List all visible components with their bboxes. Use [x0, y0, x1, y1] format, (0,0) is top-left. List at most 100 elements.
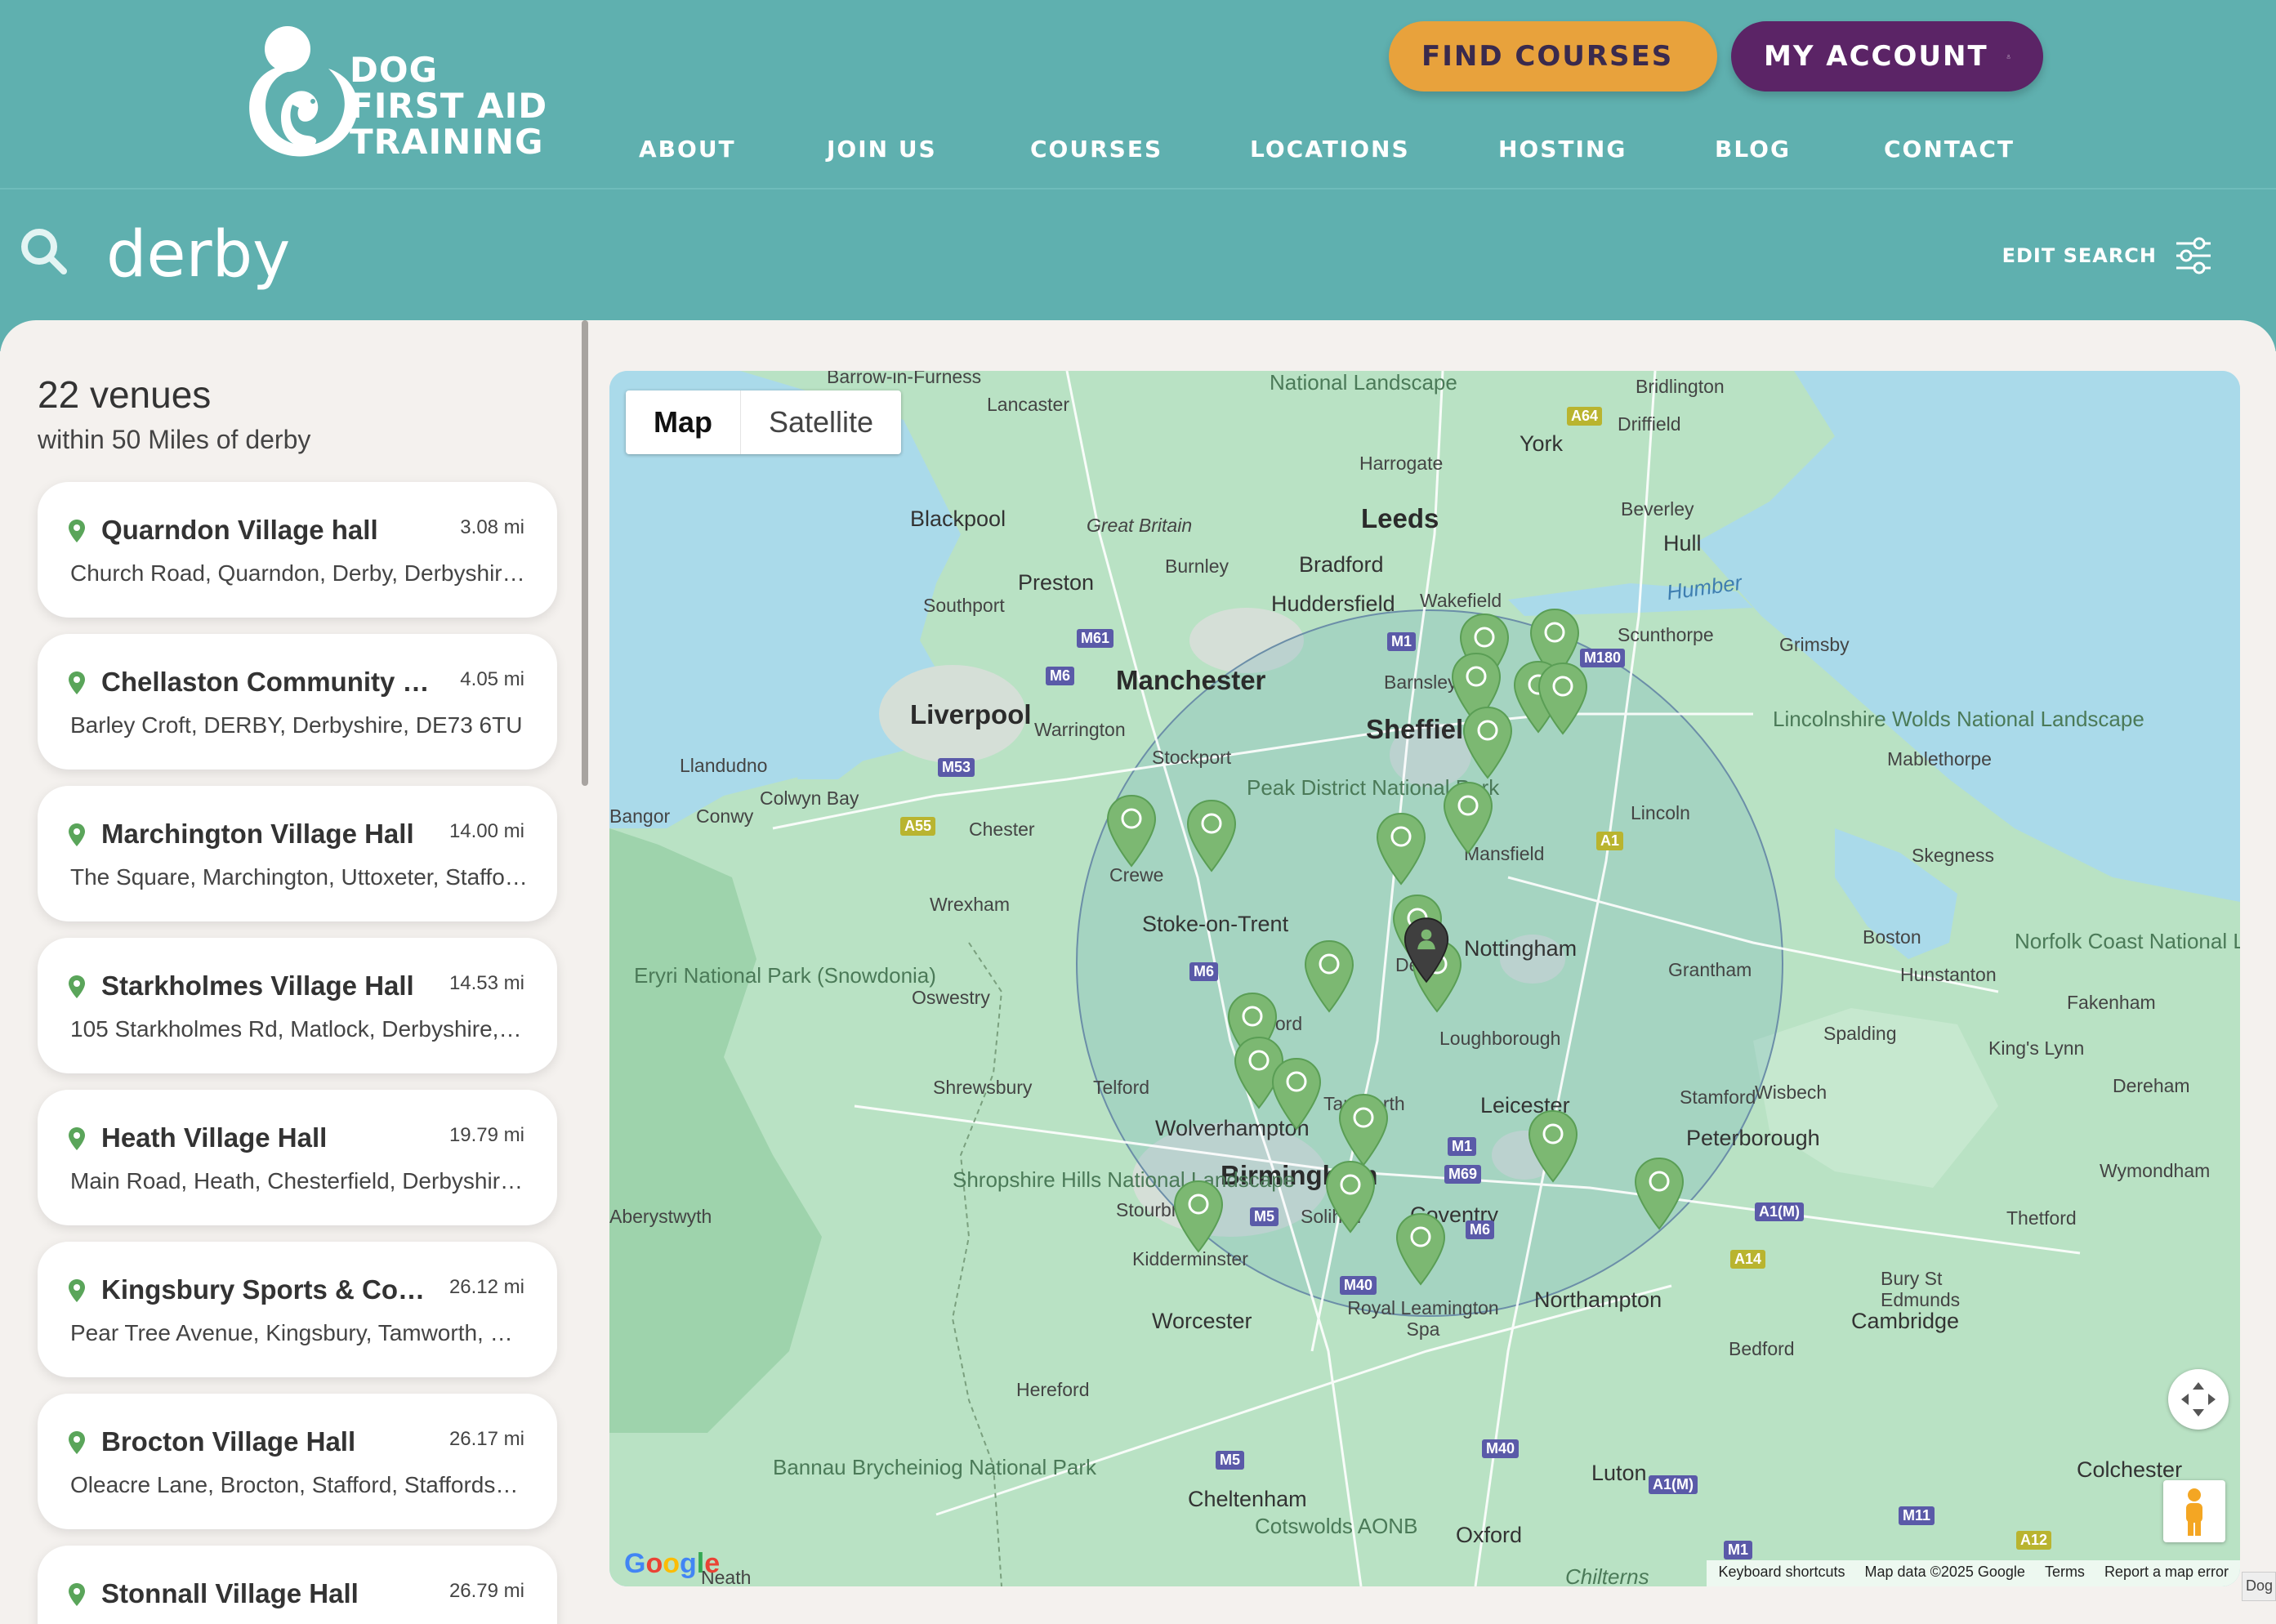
venue-address: Pear Tree Avenue, Kingsbury, Tamworth, B…	[70, 1320, 528, 1345]
location-pin-icon	[69, 1431, 85, 1454]
report-error-link[interactable]: Report a map error	[2104, 1564, 2229, 1583]
nav-contact[interactable]: CONTACT	[1884, 136, 2015, 163]
map-label: Beverley	[1621, 498, 1694, 520]
map-label: Southport	[923, 595, 1005, 616]
search-input[interactable]	[106, 214, 1332, 296]
map-label: Hull	[1663, 531, 1702, 555]
map-label: Mablethorpe	[1887, 748, 1992, 770]
venue-marker[interactable]	[1304, 939, 1354, 1013]
venue-marker[interactable]	[1325, 1160, 1376, 1234]
map-label: Wakefield	[1420, 590, 1502, 611]
venue-card[interactable]: Quarndon Village hall 3.08 mi Church Roa…	[38, 482, 557, 618]
map-label: Conwy	[696, 805, 754, 827]
road-shield: M40	[1340, 1276, 1377, 1295]
map-label: Norfolk Coast National Landscape	[2015, 929, 2240, 953]
venue-marker[interactable]	[1106, 794, 1157, 868]
venue-address: Barley Croft, DERBY, Derbyshire, DE73 6T…	[70, 712, 523, 738]
terms-link[interactable]: Terms	[2045, 1564, 2085, 1583]
map-view-button[interactable]: Map	[626, 390, 740, 454]
venue-distance: 26.79 mi	[449, 1580, 524, 1602]
venue-distance: 19.79 mi	[449, 1124, 524, 1146]
edit-search-label: EDIT SEARCH	[2002, 244, 2157, 267]
my-account-button[interactable]: MY ACCOUNT	[1731, 21, 2043, 91]
map-label: Burnley	[1165, 555, 1229, 577]
google-logo: Google	[624, 1548, 721, 1579]
map-label: Harrogate	[1359, 453, 1444, 474]
map-label: Cheltenham	[1188, 1487, 1307, 1511]
map-label: Northampton	[1534, 1287, 1662, 1312]
map-data-text: Map data ©2025 Google	[1864, 1564, 2025, 1580]
venue-marker[interactable]	[1173, 1180, 1224, 1253]
map-label: Lincoln	[1631, 802, 1690, 823]
location-pin-icon	[69, 520, 85, 542]
map-label: Bedford	[1729, 1338, 1795, 1359]
location-pin-icon	[69, 823, 85, 846]
nav-blog[interactable]: BLOG	[1715, 136, 1791, 163]
map-label: Dereham	[2113, 1075, 2190, 1096]
venue-marker[interactable]	[1395, 1212, 1446, 1286]
map-label: Peak District National Park	[1247, 775, 1500, 800]
main-nav: ABOUT JOIN US COURSES LOCATIONS HOSTING …	[0, 136, 2276, 168]
venue-marker[interactable]	[1528, 1109, 1578, 1183]
venue-marker[interactable]	[1271, 1057, 1322, 1131]
nav-hosting[interactable]: HOSTING	[1498, 136, 1627, 163]
road-shield: M40	[1482, 1439, 1520, 1458]
map-label: Loughborough	[1439, 1028, 1561, 1049]
map-label: Luton	[1591, 1461, 1647, 1485]
venue-map[interactable]: Map Satellite Leeds Manchester Liverpool…	[609, 371, 2240, 1586]
map-label: Hereford	[1016, 1379, 1090, 1400]
find-courses-button[interactable]: FIND COURSES	[1389, 21, 1717, 91]
map-label: Blackpool	[910, 506, 1006, 531]
map-label: Eryri National Park (Snowdonia)	[634, 964, 936, 987]
nav-about[interactable]: ABOUT	[639, 136, 736, 163]
map-label: Llandudno	[680, 755, 768, 776]
map-label: Wrexham	[930, 894, 1010, 915]
venue-marker[interactable]	[1338, 1093, 1389, 1167]
venue-card[interactable]: Kingsbury Sports & Community Centre 26.1…	[38, 1242, 557, 1377]
venue-card[interactable]: Brocton Village Hall 26.17 mi Oleacre La…	[38, 1394, 557, 1529]
search-location-marker[interactable]	[1404, 917, 1449, 984]
map-label: Oswestry	[912, 987, 990, 1008]
map-label: Fakenham	[2067, 992, 2156, 1013]
map-label: Telford	[1093, 1077, 1150, 1098]
keyboard-shortcuts-link[interactable]: Keyboard shortcuts	[1718, 1564, 1845, 1583]
street-view-pegman[interactable]	[2163, 1480, 2225, 1542]
venue-name: Marchington Village Hall	[101, 819, 414, 849]
venue-marker[interactable]	[1186, 799, 1237, 872]
map-label: Stockport	[1152, 747, 1232, 768]
search-icon[interactable]	[18, 225, 70, 278]
site-header: DOG FIRST AID TRAINING FIND COURSES MY A…	[0, 0, 2276, 190]
nav-join-us[interactable]: JOIN US	[827, 136, 937, 163]
satellite-view-button[interactable]: Satellite	[740, 390, 901, 454]
venue-marker[interactable]	[1537, 662, 1588, 735]
list-scrollbar[interactable]	[582, 320, 588, 786]
dog-tab[interactable]: Dog	[2242, 1572, 2276, 1601]
venue-marker[interactable]	[1376, 812, 1426, 886]
map-label: Barnsley	[1384, 671, 1457, 693]
venue-marker[interactable]	[1443, 781, 1493, 854]
venue-list-panel[interactable]: 22 venues within 50 Miles of derby Quarn…	[0, 320, 588, 1624]
venue-card[interactable]: Chellaston Community Centre 4.05 mi Barl…	[38, 634, 557, 770]
venue-card[interactable]: Starkholmes Village Hall 14.53 mi 105 St…	[38, 938, 557, 1073]
venue-card[interactable]: Marchington Village Hall 14.00 mi The Sq…	[38, 786, 557, 921]
map-label: Bannau Brycheiniog National Park	[773, 1455, 1097, 1479]
venue-marker[interactable]	[1634, 1157, 1685, 1230]
venue-distance: 14.00 mi	[449, 820, 524, 842]
edit-search-button[interactable]: EDIT SEARCH	[2002, 235, 2214, 276]
map-label: Colwyn Bay	[760, 787, 859, 809]
map-label: Hunstanton	[1900, 964, 1997, 985]
venue-distance: 14.53 mi	[449, 972, 524, 994]
move-arrows-icon	[2181, 1382, 2216, 1417]
map-label: Great Britain	[1087, 515, 1193, 536]
map-label: Peterborough	[1686, 1126, 1820, 1150]
map-label: Royal Leamington Spa	[1347, 1297, 1499, 1340]
venue-card[interactable]: Stonnall Village Hall 26.79 mi	[38, 1546, 557, 1624]
venue-marker[interactable]	[1462, 706, 1513, 779]
map-label: Lincolnshire Wolds National Landscape	[1773, 707, 2144, 730]
location-pin-icon	[69, 1127, 85, 1150]
nav-courses[interactable]: COURSES	[1030, 136, 1163, 163]
map-label: Thetford	[2006, 1207, 2077, 1229]
nav-locations[interactable]: LOCATIONS	[1250, 136, 1410, 163]
fullscreen-button[interactable]	[2168, 1369, 2229, 1430]
venue-card[interactable]: Heath Village Hall 19.79 mi Main Road, H…	[38, 1090, 557, 1225]
